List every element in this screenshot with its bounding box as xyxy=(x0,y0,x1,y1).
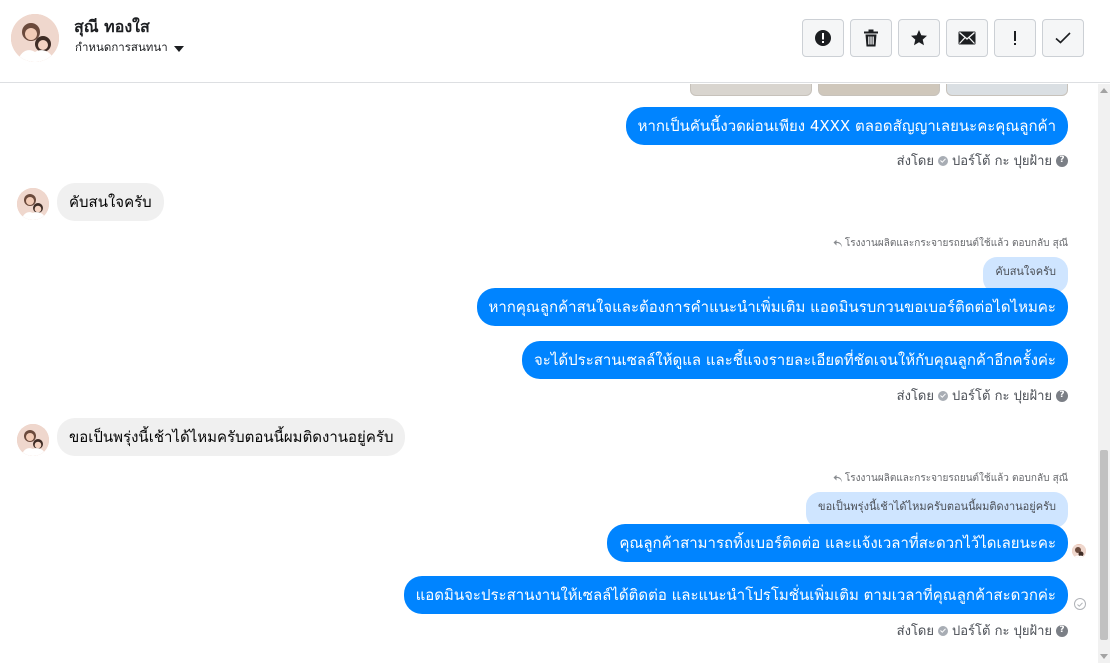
sent-by-note: ส่งโดย ปอร์โต้ กะ ปุยฝ้าย ? xyxy=(897,150,1068,171)
message-thread: หากเป็นคันนี้งวดผ่อนเพียง 4XXX ตลอดสัญญา… xyxy=(0,84,1098,663)
mark-spam-button[interactable] xyxy=(802,19,844,57)
image-thumbnail[interactable] xyxy=(690,84,812,96)
sent-by-prefix: ส่งโดย xyxy=(896,389,934,404)
scrollbar-thumb[interactable] xyxy=(1100,450,1108,640)
help-icon[interactable]: ? xyxy=(1056,389,1068,402)
incoming-message[interactable]: คับสนใจครับ xyxy=(57,183,164,221)
image-thumbnail[interactable] xyxy=(946,84,1068,96)
checkmark-icon xyxy=(1055,32,1071,44)
delete-button[interactable] xyxy=(850,19,892,57)
contact-avatar-small[interactable] xyxy=(17,424,49,456)
outgoing-message[interactable]: หากเป็นคันนี้งวดผ่อนเพียง 4XXX ตลอดสัญญา… xyxy=(625,107,1068,145)
scroll-up-arrow-icon[interactable] xyxy=(1100,88,1108,93)
image-attachments xyxy=(690,84,1068,96)
sent-by-note: ส่งโดย ปอร์โต้ กะ ปุยฝ้าย ? xyxy=(897,385,1068,406)
star-icon xyxy=(911,30,927,46)
check-circle-icon xyxy=(938,625,948,636)
outgoing-message[interactable]: แอดมินจะประสานงานให้เซลล์ได้ติดต่อ และแน… xyxy=(403,576,1068,614)
reply-arrow-icon xyxy=(833,239,842,247)
conversation-header: สุณี ทองใส กำหนดการสนทนา xyxy=(0,0,1110,83)
delivered-check-icon xyxy=(1074,598,1086,610)
envelope-icon xyxy=(958,31,976,45)
reply-note-text: โรงงานผลิตและกระจายรถยนต์ใช้แล้ว ตอบกลับ… xyxy=(844,473,1068,484)
image-thumbnail[interactable] xyxy=(818,84,940,96)
thread-scrollbar[interactable] xyxy=(1098,84,1110,663)
reply-arrow-icon xyxy=(833,474,842,482)
conversation-toolbar xyxy=(802,19,1084,57)
sender-name[interactable]: ปอร์โต้ กะ ปุยฝ้าย xyxy=(952,150,1052,171)
conversation-label-dropdown[interactable]: กำหนดการสนทนา xyxy=(75,39,184,57)
quoted-message[interactable]: ขอเป็นพรุ่งนี้เช้าได้ไหมครับตอนนี้ผมติดง… xyxy=(806,492,1068,528)
star-button[interactable] xyxy=(898,19,940,57)
sent-by-prefix: ส่งโดย xyxy=(896,624,934,639)
caret-down-icon xyxy=(173,45,184,52)
outgoing-message[interactable]: คุณลูกค้าสามารถทิ้งเบอร์ติดต่อ และแจ้งเว… xyxy=(607,524,1068,562)
contact-name: สุณี ทองใส xyxy=(74,17,150,36)
mark-unread-button[interactable] xyxy=(946,19,988,57)
mark-important-button[interactable] xyxy=(994,19,1036,57)
label-dropdown-text: กำหนดการสนทนา xyxy=(75,40,168,54)
reply-note-text: โรงงานผลิตและกระจายรถยนต์ใช้แล้ว ตอบกลับ… xyxy=(844,238,1068,249)
incoming-message[interactable]: ขอเป็นพรุ่งนี้เช้าได้ไหมครับตอนนี้ผมติดง… xyxy=(57,418,406,456)
reply-note: โรงงานผลิตและกระจายรถยนต์ใช้แล้ว ตอบกลับ… xyxy=(833,471,1068,486)
check-circle-icon xyxy=(938,390,948,401)
alert-circle-icon xyxy=(815,30,831,46)
scroll-down-arrow-icon[interactable] xyxy=(1100,654,1108,659)
outgoing-message[interactable]: จะได้ประสานเซลล์ให้ดูแล และชี้แจงรายละเอ… xyxy=(521,341,1068,379)
contact-avatar[interactable] xyxy=(11,14,59,62)
exclamation-icon xyxy=(1014,31,1016,45)
trash-icon xyxy=(864,29,878,47)
help-icon[interactable]: ? xyxy=(1056,624,1068,637)
sent-by-prefix: ส่งโดย xyxy=(896,154,934,169)
mark-done-button[interactable] xyxy=(1042,19,1084,57)
seen-avatar xyxy=(1072,544,1086,558)
outgoing-message[interactable]: หากคุณลูกค้าสนใจและต้องการคำแนะนำเพิ่มเต… xyxy=(476,288,1068,326)
check-circle-icon xyxy=(938,155,948,166)
sent-by-note: ส่งโดย ปอร์โต้ กะ ปุยฝ้าย ? xyxy=(897,620,1068,641)
reply-note: โรงงานผลิตและกระจายรถยนต์ใช้แล้ว ตอบกลับ… xyxy=(833,236,1068,251)
help-icon[interactable]: ? xyxy=(1056,154,1068,167)
sender-name[interactable]: ปอร์โต้ กะ ปุยฝ้าย xyxy=(952,620,1052,641)
contact-avatar-small[interactable] xyxy=(17,188,49,220)
sender-name[interactable]: ปอร์โต้ กะ ปุยฝ้าย xyxy=(952,385,1052,406)
